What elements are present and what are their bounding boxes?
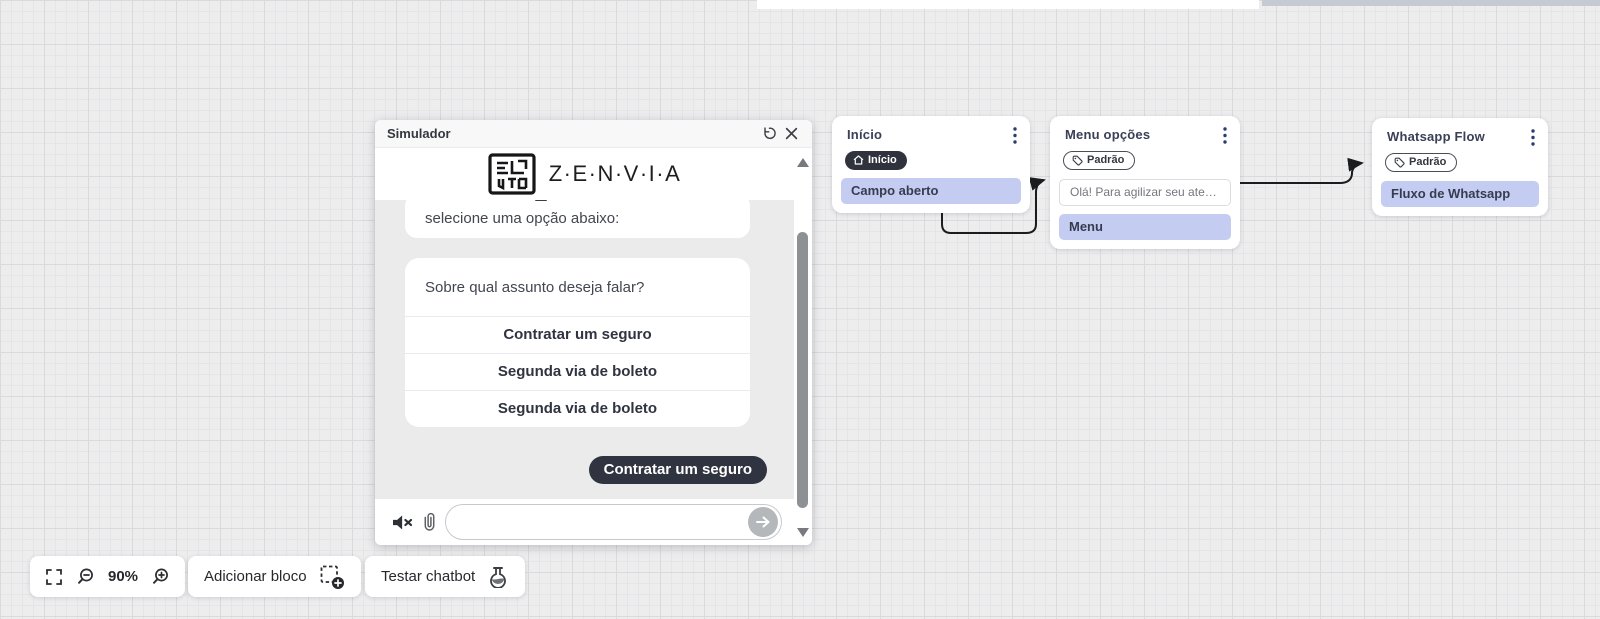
simulator-panel: Simulador selecione uma opção abaixo: So… (375, 120, 812, 545)
zoom-out-icon[interactable] (76, 567, 95, 586)
zoom-level-value: 90% (108, 568, 139, 585)
tag-icon (1072, 155, 1083, 166)
flow-node-inicio[interactable]: Início Início Campo aberto (832, 116, 1030, 213)
node-row-menu[interactable]: Menu (1059, 213, 1231, 240)
node-row-fluxo-whatsapp[interactable]: Fluxo de Whatsapp (1381, 180, 1539, 207)
simulator-scrollbar[interactable] (794, 148, 812, 545)
kebab-menu-icon[interactable] (1221, 127, 1229, 144)
option-button[interactable]: Segunda via de boleto (405, 353, 750, 390)
scrollbar-thumb[interactable] (797, 232, 808, 508)
reset-icon[interactable] (758, 123, 780, 145)
kebab-menu-icon[interactable] (1529, 129, 1537, 146)
fit-screen-icon[interactable] (45, 568, 63, 586)
tag-icon (1394, 157, 1405, 168)
chat-area: selecione uma opção abaixo: Sobre qual a… (375, 194, 794, 499)
flow-canvas[interactable]: Simulador selecione uma opção abaixo: So… (0, 0, 1600, 619)
scroll-up-icon[interactable] (797, 158, 809, 167)
add-block-label: Adicionar bloco (204, 568, 307, 585)
connector-menu-to-whatsapp[interactable] (1240, 157, 1364, 184)
option-button[interactable]: Contratar um seguro (405, 316, 750, 353)
scroll-down-icon[interactable] (797, 528, 809, 537)
mute-speaker-icon[interactable] (391, 513, 414, 532)
paperclip-icon[interactable] (422, 511, 437, 533)
node-row-message[interactable]: Olá! Para agilizar seu atendime... (1059, 178, 1231, 206)
test-chatbot-label: Testar chatbot (381, 568, 476, 585)
bot-message-text: selecione uma opção abaixo: (425, 210, 620, 227)
close-icon[interactable] (780, 123, 802, 145)
zenvia-logo-icon (488, 153, 536, 195)
simulator-title: Simulador (387, 126, 451, 141)
send-icon[interactable] (748, 507, 778, 537)
node-title: Menu opções (1065, 127, 1151, 142)
node-badge-padrao: Padrão (1063, 151, 1136, 170)
flask-icon (487, 566, 509, 589)
add-block-icon (319, 564, 345, 590)
bot-message-bubble: selecione uma opção abaixo: (405, 194, 750, 238)
add-block-button[interactable]: Adicionar bloco (188, 556, 361, 597)
user-message-bubble: Contratar um seguro (588, 456, 767, 484)
brand-wordmark: Z·E·N·V·I·A (548, 161, 682, 186)
top-edge-scrollbar-fragment (1262, 0, 1600, 6)
node-badge-padrao: Padrão (1385, 153, 1458, 172)
zoom-toolbar: 90% (30, 556, 186, 597)
flow-node-whatsapp-flow[interactable]: Whatsapp Flow Padrão Fluxo de Whatsapp (1372, 118, 1548, 216)
node-title: Whatsapp Flow (1387, 129, 1485, 144)
message-input-pill (445, 504, 782, 540)
option-button[interactable]: Segunda via de boleto (405, 390, 750, 427)
flow-node-menu-opcoes[interactable]: Menu opções Padrão Olá! Para agilizar se… (1050, 116, 1240, 249)
message-input[interactable] (460, 505, 695, 539)
kebab-menu-icon[interactable] (1011, 127, 1019, 144)
test-chatbot-button[interactable]: Testar chatbot (365, 556, 526, 597)
chat-input-bar (375, 499, 794, 545)
brand-header: Z·E·N·V·I·A (375, 148, 794, 200)
simulator-header: Simulador (375, 120, 812, 148)
zoom-in-icon[interactable] (151, 567, 170, 586)
node-row-campo-aberto[interactable]: Campo aberto (841, 178, 1021, 204)
node-badge-inicio: Início (845, 151, 907, 170)
options-card: Sobre qual assunto deseja falar? Contrat… (405, 258, 750, 427)
node-title: Início (847, 127, 883, 142)
top-edge-panel-fragment (757, 0, 1259, 9)
home-icon (853, 155, 864, 165)
question-text: Sobre qual assunto deseja falar? (425, 279, 645, 296)
